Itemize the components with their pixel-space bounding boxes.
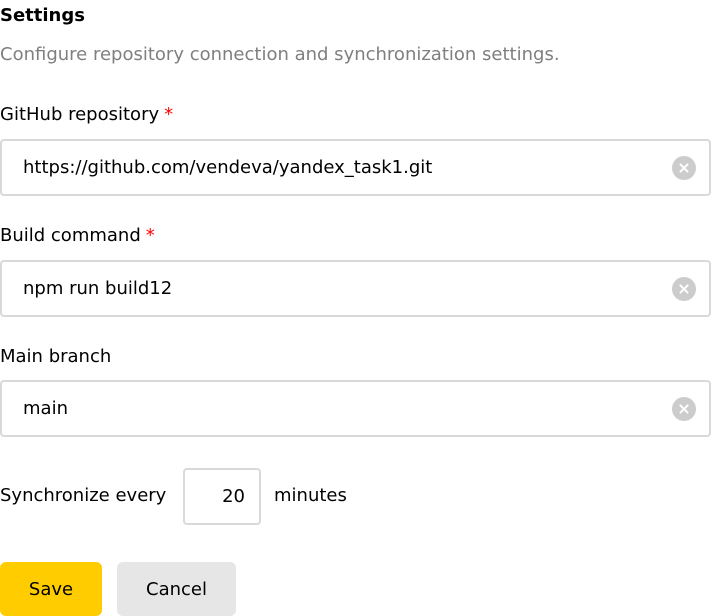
sync-interval-field — [183, 468, 261, 525]
clear-icon[interactable] — [672, 156, 696, 180]
build-command-label: Build command * — [0, 224, 155, 248]
required-mark: * — [145, 225, 155, 246]
sync-interval-input[interactable] — [193, 470, 245, 523]
save-button[interactable]: Save — [0, 562, 102, 616]
required-mark: * — [164, 104, 174, 125]
repository-label-text: GitHub repository — [0, 104, 160, 125]
clear-icon[interactable] — [672, 397, 696, 421]
sync-interval-row: Synchronize every minutes — [0, 468, 711, 525]
repository-input[interactable] — [23, 141, 663, 194]
main-branch-label: Main branch — [0, 345, 111, 369]
main-branch-label-text: Main branch — [0, 346, 112, 367]
clear-icon[interactable] — [672, 277, 696, 301]
page-subtitle: Configure repository connection and sync… — [0, 44, 560, 65]
build-command-input[interactable] — [23, 262, 663, 315]
repository-field — [0, 139, 711, 196]
sync-suffix-label: minutes — [274, 485, 347, 506]
page-title: Settings — [0, 5, 85, 26]
build-command-label-text: Build command — [0, 225, 141, 246]
main-branch-input[interactable] — [23, 382, 663, 435]
sync-prefix-label: Synchronize every — [0, 485, 167, 506]
build-command-field — [0, 260, 711, 317]
repository-label: GitHub repository * — [0, 103, 173, 127]
cancel-button[interactable]: Cancel — [117, 562, 236, 616]
main-branch-field — [0, 380, 711, 437]
